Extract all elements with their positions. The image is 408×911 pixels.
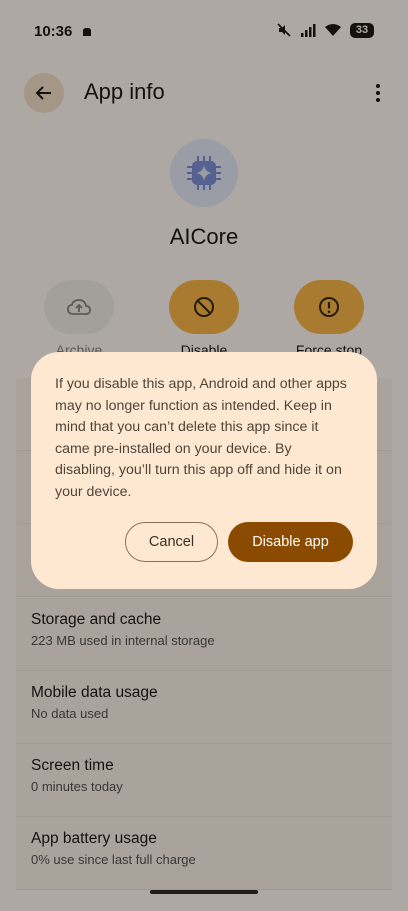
cancel-button[interactable]: Cancel [125, 522, 218, 562]
disable-app-dialog: If you disable this app, Android and oth… [31, 352, 377, 589]
app-info-screen: 10:36 33 App info AICore Archive Disable… [0, 0, 408, 911]
dialog-message: If you disable this app, Android and oth… [55, 376, 347, 500]
home-indicator[interactable] [150, 890, 258, 894]
disable-app-button[interactable]: Disable app [228, 522, 353, 562]
dialog-actions: Cancel Disable app [125, 522, 353, 562]
